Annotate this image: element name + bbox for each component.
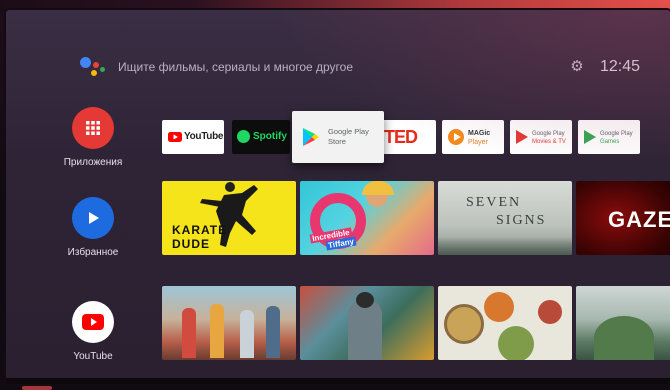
apps-grid-icon — [72, 107, 114, 149]
google-assistant-icon[interactable] — [78, 54, 108, 82]
person-shape — [210, 304, 224, 358]
clock: 12:45 — [600, 58, 641, 75]
sidebar-item-youtube[interactable]: YouTube — [56, 301, 130, 362]
person-back-shape — [348, 300, 382, 360]
app-label: MAGic — [468, 130, 491, 137]
tile-youtube-graffiti[interactable] — [300, 286, 434, 360]
person-shape — [182, 308, 196, 358]
app-label: Google Play — [600, 131, 633, 137]
trees-silhouette — [438, 237, 572, 255]
sidebar-item-label: YouTube — [73, 351, 113, 362]
app-magic-player[interactable]: MAGic Player — [442, 120, 504, 154]
tile-youtube-festival[interactable] — [162, 286, 296, 360]
app-label: Google Play — [532, 131, 565, 137]
app-label: TED — [384, 127, 418, 147]
tile-title: GAZE — [608, 207, 670, 232]
play-icon — [72, 197, 114, 239]
dish-shape — [538, 300, 562, 324]
app-label: Spotify — [253, 131, 287, 142]
person-shape — [266, 306, 280, 358]
search-bar[interactable]: Ищите фильмы, сериалы и многое другое — [118, 60, 353, 74]
tv-screen: Ищите фильмы, сериалы и многое другое ⚙ … — [6, 10, 670, 384]
stand-accent — [22, 386, 52, 390]
tile-youtube-landscape[interactable] — [576, 286, 670, 360]
youtube-logo-icon — [168, 132, 182, 142]
dish-shape — [498, 326, 534, 360]
tile-title: SEVEN — [466, 195, 522, 210]
app-ted[interactable]: TED — [380, 120, 436, 154]
person-shape — [240, 310, 254, 358]
sidebar-item-label: Приложения — [63, 157, 123, 168]
sidebar-item-label: Избранное — [67, 247, 119, 258]
app-sublabel: Store — [328, 137, 346, 146]
hair-shape — [362, 181, 394, 195]
dish-shape — [444, 304, 484, 344]
sidebar-item-apps[interactable]: Приложения — [56, 107, 130, 168]
play-store-icon — [303, 128, 319, 146]
bezel-bottom — [6, 378, 670, 384]
tile-subtitle: SIGNS — [496, 213, 547, 228]
tile-gaze[interactable]: GAZE — [576, 181, 670, 255]
tile-incredible-tiffany[interactable]: Incredible Tiffany — [300, 181, 434, 255]
tile-youtube-food[interactable] — [438, 286, 572, 360]
tile-title: KARATE — [172, 223, 228, 237]
tile-seven-signs[interactable]: SEVEN SIGNS — [438, 181, 572, 255]
sidebar-item-favorites[interactable]: Избранное — [56, 197, 130, 258]
tile-subtitle: DUDE — [172, 237, 211, 251]
app-sublabel: Player — [468, 139, 488, 146]
app-google-play-movies[interactable]: Google Play Movies & TV — [510, 120, 572, 154]
app-google-play-games[interactable]: Google Play Games — [578, 120, 640, 154]
app-sublabel: Games — [600, 139, 620, 145]
app-youtube[interactable]: YouTube — [162, 120, 224, 154]
app-label: YouTube — [184, 131, 224, 142]
play-movies-icon — [516, 130, 528, 144]
app-sublabel: Movies & TV — [532, 139, 566, 145]
app-google-play-store[interactable]: Google Play Store — [292, 111, 384, 163]
spotify-icon — [237, 130, 250, 143]
trees-shape — [594, 316, 654, 360]
dish-shape — [484, 292, 514, 322]
youtube-icon — [72, 301, 114, 343]
play-games-icon — [584, 130, 596, 144]
app-label: Google Play — [328, 127, 369, 136]
app-spotify[interactable]: Spotify — [232, 120, 290, 154]
settings-gear-icon[interactable]: ⚙ — [569, 59, 585, 75]
tile-karate-dude[interactable]: KARATE DUDE — [162, 181, 296, 255]
person-head-shape — [356, 292, 374, 308]
